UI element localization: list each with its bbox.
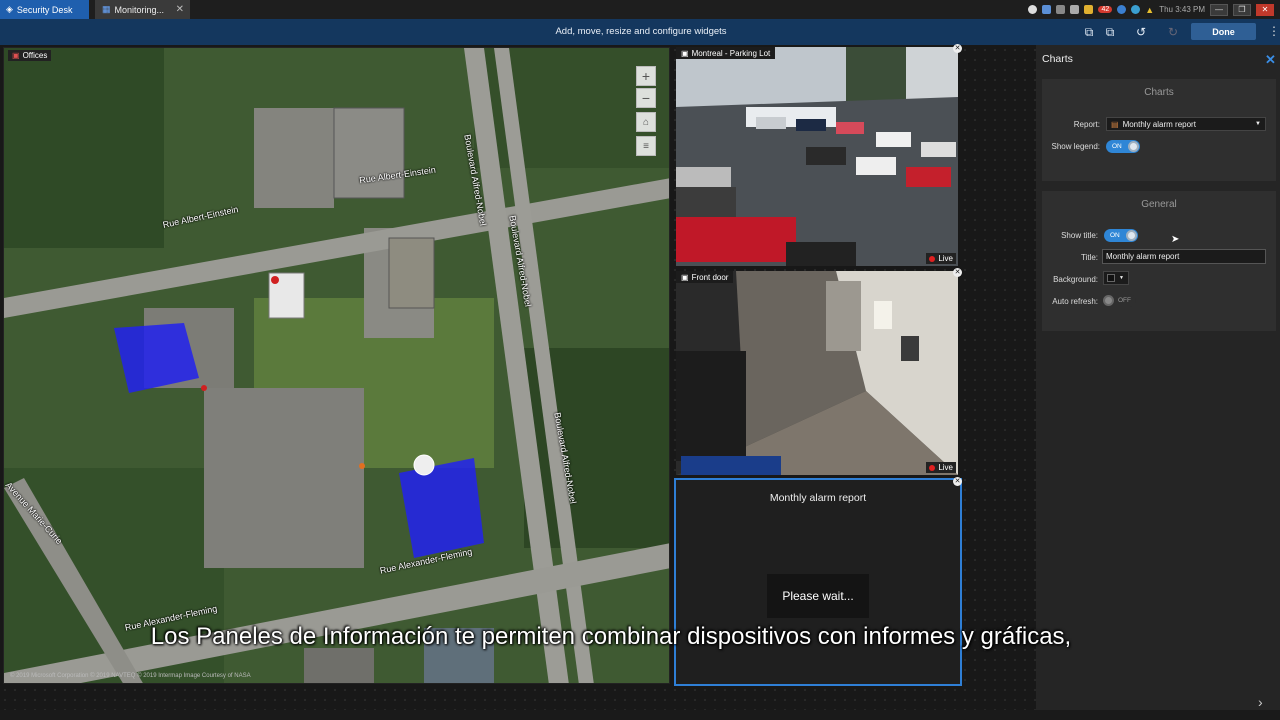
close-tab-icon[interactable]: ✕: [176, 4, 184, 15]
camera-title: Front door: [691, 272, 729, 282]
live-indicator: Live: [926, 253, 956, 264]
close-panel-icon[interactable]: ✕: [1265, 52, 1276, 68]
clock: Thu 3:43 PM: [1159, 5, 1205, 14]
panel-header: Charts: [1042, 53, 1073, 65]
zoom-in-button[interactable]: +: [636, 66, 656, 86]
redo-icon[interactable]: ↻: [1166, 25, 1180, 39]
toggle-knob: [1103, 295, 1114, 306]
map-title: ▣ Offices: [8, 50, 52, 61]
title-input[interactable]: Monthly alarm report: [1102, 249, 1266, 264]
globe-icon[interactable]: [1131, 5, 1141, 14]
system-tray: 42 ▲ Thu 3:43 PM — ❐ ✕: [1028, 0, 1280, 19]
camera-tile-front-door[interactable]: ▣ Front door Live: [676, 271, 958, 475]
close-widget-icon[interactable]: ✕: [953, 268, 962, 277]
home-icon[interactable]: ⌂: [636, 112, 656, 132]
toggle-knob: [1126, 230, 1137, 241]
map-widget[interactable]: ▣ Offices + − ⌂ ≡ Rue Albert-Einstein Ru…: [3, 47, 670, 684]
tab-monitoring-label: Monitoring...: [114, 4, 165, 15]
report-label: Report:: [1073, 120, 1100, 129]
monitor-icon[interactable]: [1042, 5, 1052, 14]
report-select[interactable]: ▤ Monthly alarm report ▼: [1106, 117, 1266, 131]
person-avatar[interactable]: [413, 454, 435, 476]
live-indicator: Live: [926, 462, 956, 473]
live-label: Live: [938, 463, 953, 472]
camera-video: [676, 47, 958, 266]
general-group-title: General: [1141, 199, 1177, 210]
charts-group-title: Charts: [1144, 87, 1174, 98]
camera-title: Montreal - Parking Lot: [691, 48, 771, 58]
map-copyright: © 2019 Microsoft Corporation © 2019 NAVT…: [10, 673, 251, 679]
restore-button[interactable]: ❐: [1233, 3, 1251, 16]
zoom-out-button[interactable]: −: [636, 88, 656, 108]
live-dot-icon: [929, 464, 936, 471]
map-icon: ▣: [12, 51, 20, 60]
background-label: Background:: [1053, 275, 1098, 284]
tab-monitoring[interactable]: ▦ Monitoring... ✕: [95, 0, 190, 19]
camera-video: [676, 271, 958, 475]
chart-widget[interactable]: Monthly alarm report Please wait...: [674, 478, 962, 686]
live-dot-icon: [929, 255, 936, 262]
tab-bar: ◈ Security Desk ▦ Monitoring... ✕ 42 ▲ T…: [0, 0, 1280, 19]
chart-widget-title: Monthly alarm report: [769, 492, 867, 504]
camera-icon: ▣: [681, 272, 689, 282]
camera-icon[interactable]: [1056, 5, 1066, 14]
report-icon: ▤: [1111, 119, 1119, 129]
color-swatch: [1107, 274, 1115, 282]
tab-security-desk[interactable]: ◈ Security Desk: [0, 0, 89, 19]
send-back-icon[interactable]: ⧉: [1103, 25, 1117, 39]
close-widget-icon[interactable]: ✕: [953, 477, 962, 486]
camera-header: ▣ Montreal - Parking Lot: [676, 47, 776, 59]
highlighted-building[interactable]: [399, 458, 484, 558]
show-title-toggle[interactable]: ON: [1104, 229, 1138, 242]
sound-icon[interactable]: [1070, 5, 1080, 14]
map-title-label: Offices: [22, 51, 48, 60]
map-marker[interactable]: [359, 463, 365, 469]
live-label: Live: [938, 254, 953, 263]
show-legend-label: Show legend:: [1051, 142, 1100, 151]
show-title-label: Show title:: [1061, 231, 1098, 240]
toggle-state: ON: [1110, 232, 1120, 239]
bottom-bar: [0, 710, 1280, 720]
close-widget-icon[interactable]: ✕: [953, 44, 962, 53]
mouse-cursor: ➤: [1171, 234, 1180, 245]
chevron-down-icon: ▼: [1119, 275, 1124, 281]
bring-front-icon[interactable]: ⧉: [1082, 25, 1096, 39]
alarm-badge[interactable]: 42: [1098, 6, 1113, 13]
dashboard-edit-toolbar: Add, move, resize and configure widgets …: [0, 19, 1280, 45]
background-color-picker[interactable]: ▼: [1103, 271, 1129, 285]
auto-refresh-toggle[interactable]: OFF: [1102, 294, 1136, 307]
report-select-value: Monthly alarm report: [1122, 119, 1196, 129]
video-subtitle: Los Paneles de Información te permiten c…: [150, 623, 1072, 650]
auto-refresh-label: Auto refresh:: [1052, 297, 1098, 306]
map-marker[interactable]: [201, 385, 207, 391]
app-icon[interactable]: [1028, 5, 1038, 14]
close-button[interactable]: ✕: [1256, 3, 1274, 16]
title-label: Title:: [1080, 253, 1098, 262]
toggle-state: ON: [1112, 143, 1122, 150]
map-marker[interactable]: [271, 276, 279, 284]
loading-message: Please wait...: [767, 574, 869, 618]
chevron-right-icon[interactable]: ›: [1258, 694, 1263, 710]
folder-icon[interactable]: [1084, 5, 1094, 14]
camera-header: ▣ Front door: [676, 271, 734, 283]
minimize-button[interactable]: —: [1210, 3, 1228, 16]
toggle-knob: [1128, 141, 1139, 152]
camera-icon: ▣: [681, 48, 689, 58]
layers-icon[interactable]: ≡: [636, 136, 656, 156]
chevron-down-icon: ▼: [1255, 121, 1261, 127]
toggle-state: OFF: [1118, 297, 1131, 304]
monitoring-icon: ▦: [102, 4, 111, 14]
undo-icon[interactable]: ↺: [1134, 25, 1148, 39]
shield-icon: ◈: [6, 4, 13, 14]
camera-tile-parking[interactable]: ▣ Montreal - Parking Lot Live: [676, 47, 958, 266]
tab-security-desk-label: Security Desk: [16, 4, 73, 15]
show-legend-toggle[interactable]: ON: [1106, 140, 1140, 153]
warning-icon[interactable]: ▲: [1145, 5, 1154, 15]
satellite-map[interactable]: [4, 48, 670, 684]
done-button[interactable]: Done: [1191, 23, 1256, 40]
network-icon[interactable]: [1117, 5, 1127, 14]
more-options-icon[interactable]: ⋮: [1268, 25, 1280, 37]
